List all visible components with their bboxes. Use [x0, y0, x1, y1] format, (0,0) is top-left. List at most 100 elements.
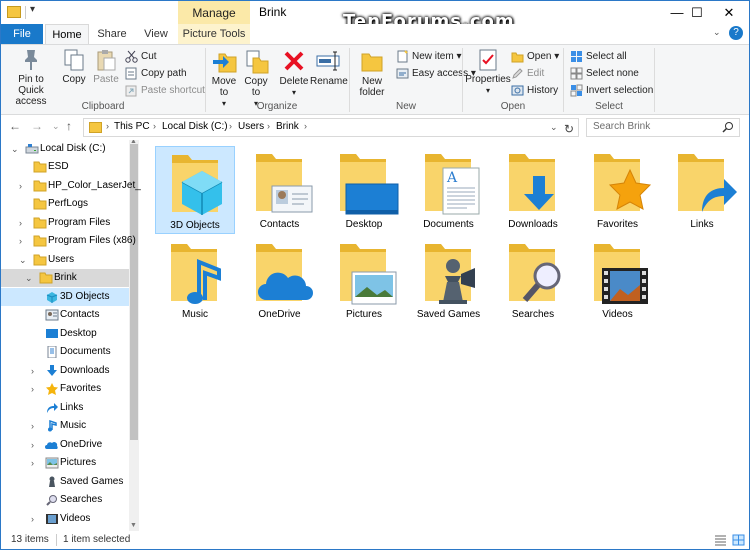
up-arrow-icon[interactable]: ↑ [66, 119, 72, 133]
expand-chevron-icon[interactable]: › [19, 232, 22, 250]
expand-chevron-icon[interactable]: › [19, 177, 22, 195]
folder-tile[interactable]: 3D Objects [155, 146, 235, 234]
edit-button[interactable]: Edit [511, 66, 544, 81]
scroll-down-icon[interactable]: ▼ [130, 522, 137, 529]
forward-arrow-icon[interactable]: → [31, 119, 43, 133]
nav-item-searches[interactable]: Searches [1, 491, 129, 509]
address-bar[interactable]: › This PC › Local Disk (C:) › Users › Br… [83, 118, 579, 137]
expand-chevron-icon[interactable]: › [31, 436, 34, 454]
quick-access-toolbar-dropdown-icon[interactable]: ▾ [30, 4, 35, 15]
expand-chevron-icon[interactable]: › [31, 362, 34, 380]
search-box[interactable]: Search Brink [586, 118, 740, 137]
tab-share[interactable]: Share [93, 24, 131, 44]
breadcrumb-brink[interactable]: Brink [276, 121, 299, 132]
nav-item-music[interactable]: › Music [1, 417, 129, 435]
details-view-icon[interactable] [714, 534, 727, 546]
paste-button[interactable]: Paste [91, 48, 121, 85]
folder-tile[interactable]: OneDrive [240, 236, 320, 324]
nav-item-desktop[interactable]: Desktop [1, 325, 129, 343]
expand-ribbon-icon[interactable]: ⌄ [713, 27, 721, 38]
pin-to-quick-access-button[interactable]: Pin to Quick access [5, 48, 57, 107]
nav-item-videos[interactable]: › Videos [1, 510, 129, 528]
delete-button[interactable]: Delete ▾ [278, 48, 310, 98]
back-arrow-icon[interactable]: ← [9, 119, 21, 133]
move-to-button[interactable]: Move to ▾ [208, 48, 240, 109]
expand-chevron-icon[interactable]: › [31, 454, 34, 472]
nav-item-contacts[interactable]: Contacts [1, 306, 129, 324]
nav-item-label: Searches [60, 494, 103, 505]
collapse-chevron-icon[interactable]: ⌄ [25, 269, 33, 287]
collapse-chevron-icon[interactable]: ⌄ [11, 140, 19, 158]
properties-button[interactable]: Properties ▾ [465, 48, 511, 96]
new-item-icon [397, 50, 408, 63]
tab-view[interactable]: View [139, 24, 173, 44]
invert-selection-button[interactable]: Invert selection [570, 83, 653, 98]
folder-tile[interactable]: Contacts [240, 146, 320, 234]
tab-home[interactable]: Home [45, 24, 89, 44]
folder-tile[interactable]: Music [155, 236, 235, 324]
open-button[interactable]: Open ▾ [511, 49, 559, 64]
nav-item-links[interactable]: Links [1, 399, 129, 417]
clipboard-group: Pin to Quick access Copy Paste Cut Copy … [1, 45, 205, 114]
folder-tile[interactable]: Downloads [493, 146, 573, 234]
folder-tile[interactable]: Saved Games [409, 236, 489, 324]
collapse-chevron-icon[interactable]: ⌄ [19, 251, 27, 269]
nav-item-downloads[interactable]: › Downloads [1, 362, 129, 380]
breadcrumb-this-pc[interactable]: This PC [114, 121, 150, 132]
tab-file[interactable]: File [1, 24, 43, 44]
rename-button[interactable]: Rename [310, 48, 348, 87]
recent-locations-chevron-icon[interactable]: ⌄ [52, 121, 60, 132]
address-history-dropdown-icon[interactable]: ⌄ [550, 122, 558, 133]
nav-scrollbar[interactable]: ▲ ▼ [129, 140, 139, 531]
nav-item-perflogs[interactable]: PerfLogs [1, 195, 129, 213]
cut-button[interactable]: Cut [125, 49, 157, 64]
select-none-button[interactable]: Select none [570, 66, 639, 81]
tab-picture-tools[interactable]: Picture Tools [178, 24, 250, 44]
scissors-icon [125, 50, 138, 63]
new-folder-button[interactable]: New folder [354, 48, 390, 98]
expand-chevron-icon[interactable]: › [19, 214, 22, 232]
nav-item-esd[interactable]: ESD [1, 158, 129, 176]
folder-tile[interactable]: Searches [493, 236, 573, 324]
nav-item-users[interactable]: ⌄ Users [1, 251, 129, 269]
refresh-icon[interactable]: ↻ [561, 122, 577, 138]
history-icon [511, 85, 524, 96]
expand-chevron-icon[interactable]: › [31, 380, 34, 398]
nav-item-program-files-x86[interactable]: › Program Files (x86) [1, 232, 136, 250]
explorer-window: ▾ Manage Brink — ☐ ✕ TenForums.com File … [0, 0, 750, 550]
folder-tile[interactable]: Pictures [324, 236, 404, 324]
nav-item-saved-games[interactable]: Saved Games [1, 473, 129, 491]
copy-button[interactable]: Copy [59, 48, 89, 85]
folder-tile[interactable]: Desktop [324, 146, 404, 234]
nav-item-3d-objects[interactable]: 3D Objects [1, 288, 129, 306]
folder-tile[interactable]: Links [662, 146, 742, 234]
large-icons-view-icon[interactable] [732, 534, 745, 546]
expand-chevron-icon[interactable]: › [31, 417, 34, 435]
nav-item-brink[interactable]: ⌄ Brink [1, 269, 129, 287]
paste-shortcut-button[interactable]: Paste shortcut [125, 83, 205, 98]
breadcrumb-users[interactable]: Users [238, 121, 264, 132]
navigation-pane: ▲ ▼ ⌄ Local Disk (C:) ESD › HP_Color_LaserJe… [1, 140, 141, 531]
status-bar: 13 items 1 item selected [1, 531, 749, 549]
nav-item-pictures[interactable]: › Pictures [1, 454, 129, 472]
folder-tile[interactable]: Videos [578, 236, 658, 324]
new-item-button[interactable]: New item ▾ [396, 49, 462, 64]
folder-tile[interactable]: A Documents [409, 146, 489, 234]
pictures-icon [340, 244, 397, 305]
expand-chevron-icon[interactable]: › [31, 510, 34, 528]
nav-item-favorites[interactable]: › Favorites [1, 380, 129, 398]
select-group: Select all Select none Invert selection … [564, 45, 654, 114]
select-all-button[interactable]: Select all [570, 49, 627, 64]
folder-tile[interactable]: Favorites [578, 146, 658, 234]
nav-item-onedrive[interactable]: › OneDrive [1, 436, 129, 454]
help-button[interactable]: ? [729, 26, 743, 40]
nav-item-local-disk-c[interactable]: ⌄ Local Disk (C:) [1, 140, 129, 158]
copy-path-button[interactable]: Copy path [125, 66, 187, 81]
nav-item-documents[interactable]: Documents [1, 343, 129, 361]
close-button[interactable]: ✕ [709, 1, 749, 24]
nav-item-program-files[interactable]: › Program Files [1, 214, 129, 232]
copy-to-button[interactable]: Copy to ▾ [240, 48, 272, 109]
nav-item-hp-color-laserjet-l[interactable]: › HP_Color_LaserJet_l [1, 177, 141, 195]
breadcrumb-local-disk[interactable]: Local Disk (C:) [162, 121, 228, 132]
history-button[interactable]: History [511, 83, 558, 98]
